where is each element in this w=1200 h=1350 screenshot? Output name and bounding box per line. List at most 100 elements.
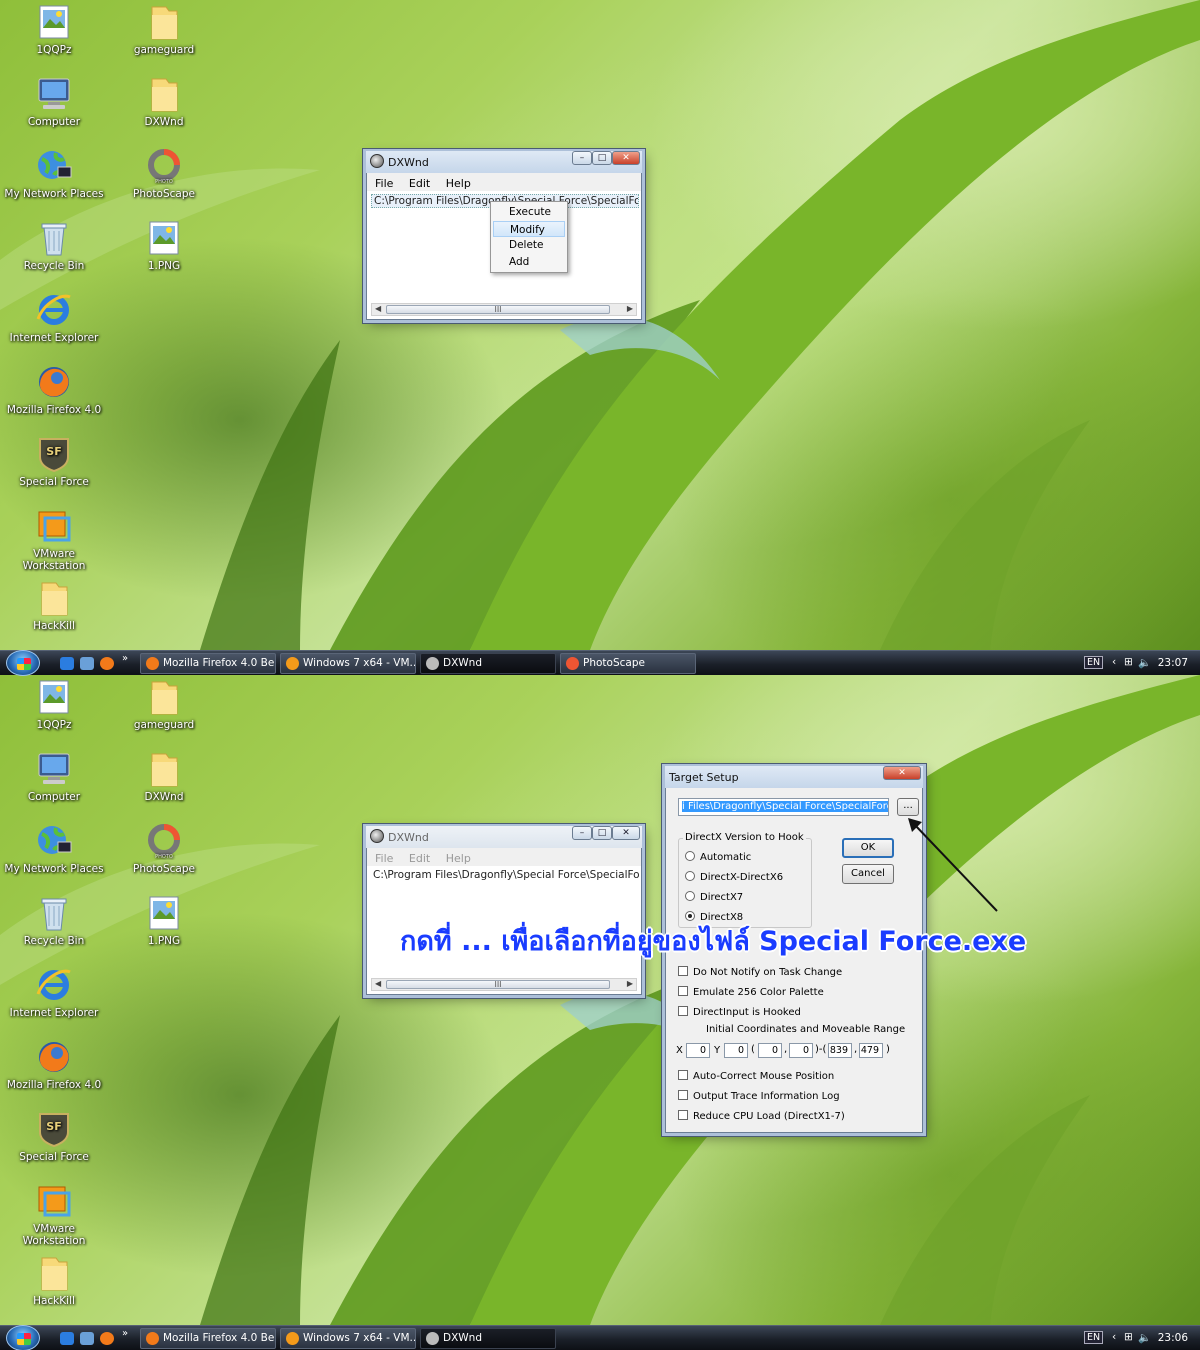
firefox-quicklaunch-icon[interactable] bbox=[100, 1332, 114, 1345]
desktop-icon[interactable]: VMware Workstation bbox=[2, 507, 106, 572]
coord-y-input[interactable]: 0 bbox=[724, 1043, 748, 1058]
desktop-icon[interactable]: Computer bbox=[2, 75, 106, 128]
network-tray-icon[interactable]: ⊞ bbox=[1124, 1331, 1133, 1343]
desktop-icon[interactable]: Recycle Bin bbox=[2, 219, 106, 272]
scroll-thumb[interactable]: III bbox=[386, 980, 610, 989]
radio-directx-directx6[interactable]: DirectX-DirectX6 bbox=[685, 871, 783, 883]
desktop-icon[interactable]: HackKill bbox=[2, 579, 106, 632]
menu-edit[interactable]: Edit bbox=[409, 177, 430, 190]
desktop-icon[interactable]: SF Special Force bbox=[2, 435, 106, 488]
desktop-icon[interactable]: Internet Explorer bbox=[2, 291, 106, 344]
taskbar-button[interactable]: Mozilla Firefox 4.0 Be... bbox=[140, 653, 276, 674]
desktop-icon[interactable]: gameguard bbox=[112, 678, 216, 731]
range-x1-input[interactable]: 0 bbox=[758, 1043, 782, 1058]
language-indicator[interactable]: EN bbox=[1084, 1331, 1104, 1344]
desktop-icon[interactable]: VMware Workstation bbox=[2, 1182, 106, 1247]
desktop-icon[interactable]: 1.PNG bbox=[112, 894, 216, 947]
clock[interactable]: 23:07 bbox=[1158, 657, 1188, 669]
volume-tray-icon[interactable]: 🔈 bbox=[1138, 656, 1151, 669]
title-bar[interactable]: DXWnd – □ ✕ bbox=[366, 151, 642, 173]
minimize-icon[interactable]: – bbox=[572, 826, 592, 840]
desktop-icon[interactable]: Computer bbox=[2, 750, 106, 803]
desktop-icon[interactable]: Internet Explorer bbox=[2, 966, 106, 1019]
start-button[interactable] bbox=[6, 1325, 40, 1350]
menu-item-delete[interactable]: Delete bbox=[491, 237, 567, 254]
desktop-icon[interactable]: DXWnd bbox=[112, 750, 216, 803]
range-y1-input[interactable]: 0 bbox=[789, 1043, 813, 1058]
tray-expand-icon[interactable]: ‹ bbox=[1112, 1331, 1116, 1343]
ok-button[interactable]: OK bbox=[842, 838, 894, 858]
checkbox-output-trace-log[interactable]: Output Trace Information Log bbox=[678, 1090, 840, 1102]
network-tray-icon[interactable]: ⊞ bbox=[1124, 656, 1133, 668]
language-indicator[interactable]: EN bbox=[1084, 656, 1104, 669]
firefox-quicklaunch-icon[interactable] bbox=[100, 657, 114, 670]
menu-file[interactable]: File bbox=[375, 852, 393, 865]
range-y2-input[interactable]: 479 bbox=[859, 1043, 883, 1058]
desktop-icon[interactable]: Mozilla Firefox 4.0 bbox=[2, 363, 106, 416]
radio-automatic[interactable]: Automatic bbox=[685, 851, 751, 863]
taskbar-button[interactable]: DXWnd bbox=[420, 1328, 556, 1349]
quicklaunch-overflow-icon[interactable]: » bbox=[122, 1328, 128, 1339]
taskbar-button[interactable]: PhotoScape bbox=[560, 653, 696, 674]
menu-edit[interactable]: Edit bbox=[409, 852, 430, 865]
desktop-icon[interactable]: My Network Places bbox=[2, 822, 106, 875]
tray-expand-icon[interactable]: ‹ bbox=[1112, 656, 1116, 668]
scroll-right-icon[interactable]: ▶ bbox=[627, 304, 633, 313]
scroll-left-icon[interactable]: ◀ bbox=[375, 979, 381, 988]
quicklaunch-overflow-icon[interactable]: » bbox=[122, 653, 128, 664]
scroll-right-icon[interactable]: ▶ bbox=[627, 979, 633, 988]
desktop-quicklaunch-icon[interactable] bbox=[80, 1332, 94, 1345]
range-x2-input[interactable]: 839 bbox=[828, 1043, 852, 1058]
desktop-icon[interactable]: PHOTO PhotoScape bbox=[112, 822, 216, 875]
clock[interactable]: 23:06 bbox=[1158, 1332, 1188, 1344]
taskbar-button[interactable]: Windows 7 x64 - VM... bbox=[280, 653, 416, 674]
menu-help[interactable]: Help bbox=[446, 852, 471, 865]
menu-item-modify[interactable]: Modify bbox=[493, 220, 565, 237]
radio-directx7[interactable]: DirectX7 bbox=[685, 891, 743, 903]
close-icon[interactable]: ✕ bbox=[612, 151, 640, 165]
scroll-thumb[interactable]: III bbox=[386, 305, 610, 314]
ie-quicklaunch-icon[interactable] bbox=[60, 1332, 74, 1345]
start-button[interactable] bbox=[6, 650, 40, 676]
desktop-icon[interactable]: Mozilla Firefox 4.0 bbox=[2, 1038, 106, 1091]
maximize-icon[interactable]: □ bbox=[592, 826, 612, 840]
horizontal-scrollbar[interactable]: ◀ III ▶ bbox=[371, 303, 637, 316]
desktop-icon[interactable]: PHOTO PhotoScape bbox=[112, 147, 216, 200]
checkbox-do-not-notify[interactable]: Do Not Notify on Task Change bbox=[678, 966, 842, 978]
desktop-icon[interactable]: My Network Places bbox=[2, 147, 106, 200]
taskbar-button[interactable]: Mozilla Firefox 4.0 Be... bbox=[140, 1328, 276, 1349]
checkbox-directinput-hooked[interactable]: DirectInput is Hooked bbox=[678, 1006, 801, 1018]
minimize-icon[interactable]: – bbox=[572, 151, 592, 165]
desktop-quicklaunch-icon[interactable] bbox=[80, 657, 94, 670]
checkbox-auto-correct-mouse[interactable]: Auto-Correct Mouse Position bbox=[678, 1070, 834, 1082]
desktop-icon[interactable]: 1QQPz bbox=[2, 678, 106, 731]
checkbox-reduce-cpu-load[interactable]: Reduce CPU Load (DirectX1-7) bbox=[678, 1110, 845, 1122]
desktop-icon[interactable]: 1.PNG bbox=[112, 219, 216, 272]
volume-tray-icon[interactable]: 🔈 bbox=[1138, 1331, 1151, 1344]
dxwnd-window-inactive[interactable]: DXWnd – □ ✕ File Edit Help C:\Program Fi… bbox=[366, 826, 642, 995]
close-icon[interactable]: ✕ bbox=[612, 826, 640, 840]
close-icon[interactable]: ✕ bbox=[883, 766, 921, 780]
target-path-input[interactable]: i Files\Dragonfly\Special Force\SpecialF… bbox=[678, 798, 889, 816]
coord-x-input[interactable]: 0 bbox=[686, 1043, 710, 1058]
menu-item-add[interactable]: Add bbox=[491, 254, 567, 271]
taskbar-button[interactable]: DXWnd bbox=[420, 653, 556, 674]
ie-quicklaunch-icon[interactable] bbox=[60, 657, 74, 670]
desktop-icon[interactable]: HackKill bbox=[2, 1254, 106, 1307]
desktop-icon[interactable]: DXWnd bbox=[112, 75, 216, 128]
menu-help[interactable]: Help bbox=[446, 177, 471, 190]
title-bar[interactable]: DXWnd – □ ✕ bbox=[366, 826, 642, 848]
desktop-icon[interactable]: 1QQPz bbox=[2, 3, 106, 56]
desktop-icon[interactable]: Recycle Bin bbox=[2, 894, 106, 947]
maximize-icon[interactable]: □ bbox=[592, 151, 612, 165]
desktop-icon[interactable]: SF Special Force bbox=[2, 1110, 106, 1163]
menu-item-execute[interactable]: Execute bbox=[491, 204, 567, 221]
taskbar-button[interactable]: Windows 7 x64 - VM... bbox=[280, 1328, 416, 1349]
title-bar[interactable]: Target Setup ✕ bbox=[665, 766, 923, 788]
horizontal-scrollbar[interactable]: ◀ III ▶ bbox=[371, 978, 637, 991]
desktop-icon[interactable]: gameguard bbox=[112, 3, 216, 56]
scroll-left-icon[interactable]: ◀ bbox=[375, 304, 381, 313]
target-list-item[interactable]: C:\Program Files\Dragonfly\Special Force… bbox=[371, 869, 639, 883]
checkbox-emulate-256[interactable]: Emulate 256 Color Palette bbox=[678, 986, 824, 998]
menu-file[interactable]: File bbox=[375, 177, 393, 190]
